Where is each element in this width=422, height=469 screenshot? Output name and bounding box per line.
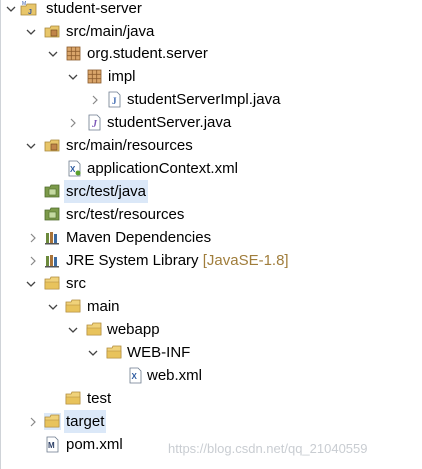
- chevron-down-icon[interactable]: [24, 272, 38, 295]
- tree-label: JRE System Library: [66, 252, 199, 269]
- svg-text:J: J: [28, 9, 32, 16]
- tree-label: pom.xml: [66, 436, 123, 453]
- tree-label: impl: [108, 68, 136, 85]
- project-explorer-tree: MJ student-server src/main/java org.stud…: [0, 0, 422, 469]
- test-source-folder-icon: [44, 206, 61, 223]
- tree-row-test[interactable]: test: [0, 387, 422, 410]
- tree-label: studentServerImpl.java: [127, 91, 281, 108]
- tree-label: src/test/resources: [66, 206, 185, 223]
- watermark: https://blog.csdn.net/qq_21040559: [168, 441, 368, 456]
- library-icon: [44, 229, 61, 246]
- source-folder-icon: [44, 137, 61, 154]
- tree-row-student-server[interactable]: MJ student-server: [0, 0, 422, 20]
- tree-row-main[interactable]: main: [0, 295, 422, 318]
- chevron-down-icon[interactable]: [66, 65, 80, 88]
- tree-label-group: JRE System Library [JavaSE-1.8]: [66, 249, 289, 272]
- tree-label: src/test/java: [64, 180, 149, 203]
- chevron-down-icon[interactable]: [24, 134, 38, 157]
- folder-icon: [86, 321, 103, 338]
- tree-label: target: [64, 410, 107, 433]
- tree-label: applicationContext.xml: [87, 160, 238, 177]
- maven-project-icon: MJ: [20, 0, 37, 17]
- svg-text:M: M: [48, 441, 55, 450]
- source-folder-icon: [44, 23, 61, 40]
- pom-file-icon: M: [44, 436, 61, 453]
- chevron-down-icon[interactable]: [4, 0, 18, 20]
- svg-text:J: J: [112, 96, 117, 106]
- chevron-down-icon[interactable]: [86, 341, 100, 364]
- tree-row-target[interactable]: target: [0, 410, 422, 433]
- chevron-right-icon[interactable]: [26, 410, 40, 433]
- chevron-down-icon[interactable]: [46, 295, 60, 318]
- tree-row-jre-system-library[interactable]: JRE System Library [JavaSE-1.8]: [0, 249, 422, 272]
- tree-row-src-test-java[interactable]: src/test/java: [0, 180, 422, 203]
- tree-label: Maven Dependencies: [66, 229, 212, 246]
- tree-row-impl[interactable]: impl: [0, 65, 422, 88]
- tree-label: WEB-INF: [127, 344, 191, 361]
- tree-row-src-test-resources[interactable]: src/test/resources: [0, 203, 422, 226]
- tree-label: src: [66, 275, 86, 292]
- tree-row-src-main-resources[interactable]: src/main/resources: [0, 134, 422, 157]
- folder-icon: [44, 275, 61, 292]
- tree-row-src-main-java[interactable]: src/main/java: [0, 20, 422, 43]
- chevron-right-icon[interactable]: [26, 226, 40, 249]
- tree-row-studentserverimpl-java[interactable]: J studentServerImpl.java: [0, 88, 422, 111]
- library-icon: [44, 252, 61, 269]
- tree-row-webapp[interactable]: webapp: [0, 318, 422, 341]
- folder-icon: [65, 298, 82, 315]
- svg-text:X: X: [70, 165, 76, 174]
- chevron-down-icon[interactable]: [46, 42, 60, 65]
- tree-label: test: [87, 390, 112, 407]
- chevron-down-icon[interactable]: [66, 318, 80, 341]
- svg-text:J: J: [91, 119, 98, 130]
- java-file-icon: J: [106, 91, 123, 108]
- chevron-right-icon[interactable]: [66, 111, 80, 134]
- tree-row-web-xml[interactable]: X web.xml: [0, 364, 422, 387]
- package-icon: [86, 68, 103, 85]
- tree-label: student-server: [46, 0, 142, 17]
- tree-row-studentserver-java[interactable]: J studentServer.java: [0, 111, 422, 134]
- svg-text:X: X: [132, 372, 138, 381]
- tree-label: org.student.server: [87, 45, 208, 62]
- xml-file-icon: X: [127, 367, 144, 384]
- chevron-right-icon[interactable]: [88, 88, 102, 111]
- java-interface-icon: J: [86, 114, 103, 131]
- package-icon: [65, 45, 82, 62]
- tree-row-web-inf[interactable]: WEB-INF: [0, 341, 422, 364]
- tree-label: src/main/resources: [66, 137, 193, 154]
- xml-file-icon: X: [66, 160, 83, 177]
- tree-row-src[interactable]: src: [0, 272, 422, 295]
- chevron-down-icon[interactable]: [24, 20, 38, 43]
- tree-row-applicationcontext-xml[interactable]: X applicationContext.xml: [0, 157, 422, 180]
- chevron-right-icon[interactable]: [26, 249, 40, 272]
- folder-icon: [106, 344, 123, 361]
- tree-label: webapp: [107, 321, 160, 338]
- tree-label: main: [87, 298, 120, 315]
- tree-label: src/main/java: [66, 23, 155, 40]
- tree-row-maven-dependencies[interactable]: Maven Dependencies: [0, 226, 422, 249]
- folder-icon: [65, 390, 82, 407]
- svg-text:M: M: [22, 1, 26, 7]
- jre-version-decoration: [JavaSE-1.8]: [202, 252, 289, 269]
- tree-label: studentServer.java: [107, 114, 232, 131]
- tree-row-org-student-server[interactable]: org.student.server: [0, 42, 422, 65]
- folder-icon: [44, 413, 61, 430]
- test-source-folder-icon: [44, 183, 61, 200]
- tree-label: web.xml: [147, 367, 203, 384]
